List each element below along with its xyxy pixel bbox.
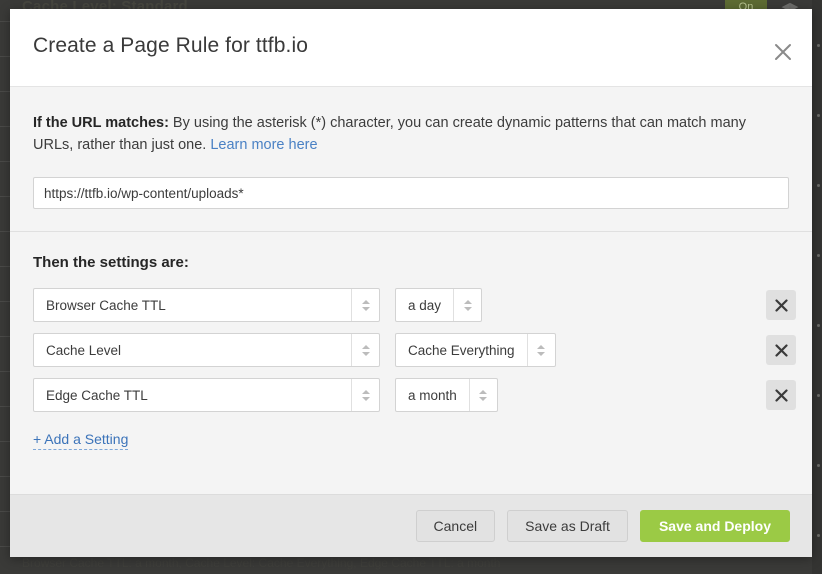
stepper-arrows-icon[interactable] bbox=[351, 289, 379, 321]
table-row: Cache Level Cache Everything bbox=[33, 333, 789, 367]
chevron-up-icon bbox=[362, 345, 370, 349]
create-page-rule-modal: Create a Page Rule for ttfb.io If the UR… bbox=[10, 9, 812, 557]
bullet-icon bbox=[817, 114, 820, 117]
modal-body: If the URL matches: By using the asteris… bbox=[10, 87, 812, 494]
table-row: Browser Cache TTL a day bbox=[33, 288, 789, 322]
url-match-description: If the URL matches: By using the asteris… bbox=[33, 112, 775, 156]
setting-name-value-2: Edge Cache TTL bbox=[34, 379, 351, 411]
modal-footer: Cancel Save as Draft Save and Deploy bbox=[10, 494, 812, 557]
close-icon[interactable] bbox=[772, 41, 794, 63]
chevron-down-icon bbox=[362, 397, 370, 401]
remove-setting-button-2[interactable] bbox=[766, 380, 796, 410]
bullet-icon bbox=[817, 394, 820, 397]
bullet-icon bbox=[817, 254, 820, 257]
chevron-down-icon bbox=[464, 307, 472, 311]
learn-more-link[interactable]: Learn more here bbox=[210, 137, 317, 153]
stepper-arrows-icon[interactable] bbox=[527, 334, 555, 366]
chevron-up-icon bbox=[362, 390, 370, 394]
background-rule-summary: Browser Cache TTL: a month, Cache Level:… bbox=[22, 556, 500, 570]
url-pattern-input[interactable] bbox=[33, 177, 789, 209]
bullet-icon bbox=[817, 464, 820, 467]
bullet-icon bbox=[817, 534, 820, 537]
remove-setting-button-1[interactable] bbox=[766, 335, 796, 365]
chevron-down-icon bbox=[362, 307, 370, 311]
setting-value-text-0: a day bbox=[396, 289, 453, 321]
add-setting-link[interactable]: + Add a Setting bbox=[33, 431, 128, 450]
setting-value-select-0[interactable]: a day bbox=[395, 288, 482, 322]
chevron-up-icon bbox=[464, 300, 472, 304]
stepper-arrows-icon[interactable] bbox=[351, 379, 379, 411]
chevron-up-icon bbox=[362, 300, 370, 304]
setting-name-value-1: Cache Level bbox=[34, 334, 351, 366]
bullet-icon bbox=[817, 44, 820, 47]
stepper-arrows-icon[interactable] bbox=[351, 334, 379, 366]
background-right-rail bbox=[812, 0, 822, 574]
setting-name-select-0[interactable]: Browser Cache TTL bbox=[33, 288, 380, 322]
chevron-down-icon bbox=[362, 352, 370, 356]
setting-value-select-1[interactable]: Cache Everything bbox=[395, 333, 556, 367]
setting-value-text-2: a month bbox=[396, 379, 469, 411]
chevron-up-icon bbox=[479, 390, 487, 394]
stepper-arrows-icon[interactable] bbox=[469, 379, 497, 411]
settings-section: Then the settings are: Browser Cache TTL… bbox=[10, 232, 812, 450]
bullet-icon bbox=[817, 184, 820, 187]
save-as-draft-button[interactable]: Save as Draft bbox=[507, 510, 628, 542]
setting-name-select-2[interactable]: Edge Cache TTL bbox=[33, 378, 380, 412]
bullet-icon bbox=[817, 324, 820, 327]
chevron-up-icon bbox=[537, 345, 545, 349]
setting-value-select-2[interactable]: a month bbox=[395, 378, 498, 412]
table-row: Edge Cache TTL a month bbox=[33, 378, 789, 412]
url-match-section: If the URL matches: By using the asteris… bbox=[10, 87, 812, 232]
settings-section-title: Then the settings are: bbox=[33, 254, 789, 271]
modal-header: Create a Page Rule for ttfb.io bbox=[10, 9, 812, 87]
remove-setting-button-0[interactable] bbox=[766, 290, 796, 320]
setting-value-text-1: Cache Everything bbox=[396, 334, 527, 366]
setting-name-value-0: Browser Cache TTL bbox=[34, 289, 351, 321]
setting-name-select-1[interactable]: Cache Level bbox=[33, 333, 380, 367]
chevron-down-icon bbox=[479, 397, 487, 401]
stepper-arrows-icon[interactable] bbox=[453, 289, 481, 321]
url-match-label: If the URL matches: bbox=[33, 115, 169, 131]
page-title: Create a Page Rule for ttfb.io bbox=[33, 34, 308, 58]
save-and-deploy-button[interactable]: Save and Deploy bbox=[640, 510, 790, 542]
cancel-button[interactable]: Cancel bbox=[416, 510, 496, 542]
chevron-down-icon bbox=[537, 352, 545, 356]
